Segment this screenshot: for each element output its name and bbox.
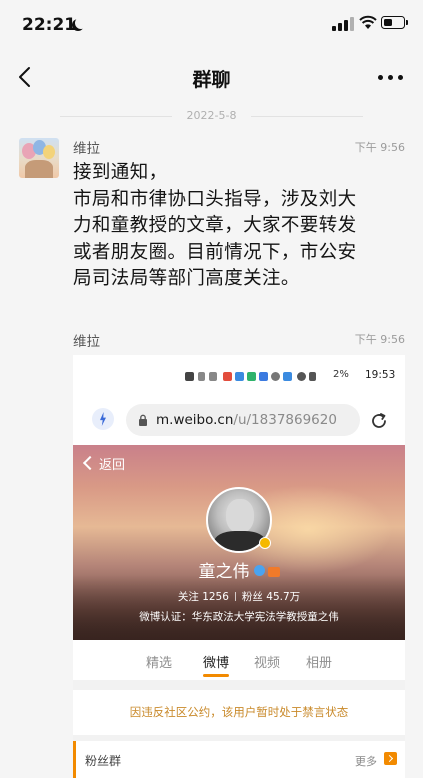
moon-icon (75, 17, 87, 29)
sender-name: 维拉 (73, 141, 100, 157)
message-text[interactable]: 接到通知， 市局和市律协口头指导，涉及刘大 力和童教授的文章，大家不要转发 或者… (73, 160, 413, 293)
cellular-signal-icon (332, 17, 354, 31)
more-link: 更多 (355, 755, 377, 768)
follow-stats: 关注 1256 粉丝 45.7万 (177, 591, 301, 603)
url-bar: m.weibo.cn/u/1837869620 (126, 404, 360, 436)
message-line: 局司法局等部门高度关注。 (73, 268, 300, 289)
browser-bar: m.weibo.cn/u/1837869620 (73, 397, 405, 445)
message-time: 下午 9:56 (354, 333, 405, 346)
profile-tabs: 精选 微博 视频 相册 (73, 640, 405, 680)
tab-featured: 精选 (146, 656, 173, 671)
message-line: 接到通知， (73, 162, 168, 183)
profile-banner: 返回 童之伟 关注 1256 粉丝 45.7万 微博认证：华东政法大学宪法学教授童… (73, 445, 405, 640)
lock-icon (139, 414, 147, 426)
active-tab-indicator (203, 674, 229, 677)
message-line: 市局和市律协口头指导，涉及刘大 (73, 188, 357, 210)
message-line: 力和童教授的文章，大家不要转发 (73, 215, 357, 236)
tab-video: 视频 (254, 656, 281, 671)
chat-header: 群聊 (0, 50, 423, 105)
screenshot-battery-text: 2% (333, 369, 349, 380)
reload-icon (372, 413, 386, 428)
profile-name: 童之伟 (198, 562, 250, 582)
ban-notice: 因违反社区公约，该用户暂时处于禁言状态 (73, 690, 405, 735)
more-options-icon[interactable] (378, 75, 404, 81)
status-bar: 22:21 (0, 0, 423, 50)
fans-group-label: 粉丝群 (85, 754, 122, 768)
sender-avatar[interactable] (19, 138, 59, 178)
battery-icon (381, 16, 408, 29)
shared-screenshot-image[interactable]: 2% 19:53 m.weibo.cn/u/1837869620 返回 童之伟 … (73, 355, 405, 778)
sender-name: 维拉 (73, 334, 100, 350)
chevron-right-icon (384, 752, 397, 765)
profile-back-button: 返回 (85, 454, 125, 473)
ban-notice-text: 因违反社区公约，该用户暂时处于禁言状态 (129, 705, 349, 719)
tab-album: 相册 (306, 656, 333, 671)
male-gender-icon (253, 565, 265, 576)
url-text: m.weibo.cn/u/1837869620 (156, 412, 337, 428)
verification-text: 微博认证：华东政法大学宪法学教授童之伟 (139, 611, 339, 623)
message-line: 或者朋友圈。目前情况下，市公安 (73, 241, 357, 263)
vip-badge-icon (267, 567, 280, 577)
date-divider: 2022-5-8 (0, 109, 423, 122)
status-time: 22:21 (22, 15, 77, 35)
wifi-icon (359, 15, 377, 29)
chat-title: 群聊 (192, 69, 231, 91)
fans-group-row: 粉丝群 更多 (73, 741, 405, 778)
verified-badge-icon (259, 537, 271, 549)
screenshot-time: 19:53 (365, 369, 396, 381)
profile-name-row: 童之伟 (73, 557, 405, 582)
tab-weibo: 微博 (203, 656, 230, 671)
screenshot-status-bar: 2% 19:53 (73, 355, 405, 397)
lightning-icon (92, 408, 114, 430)
message-time: 下午 9:56 (354, 141, 405, 154)
